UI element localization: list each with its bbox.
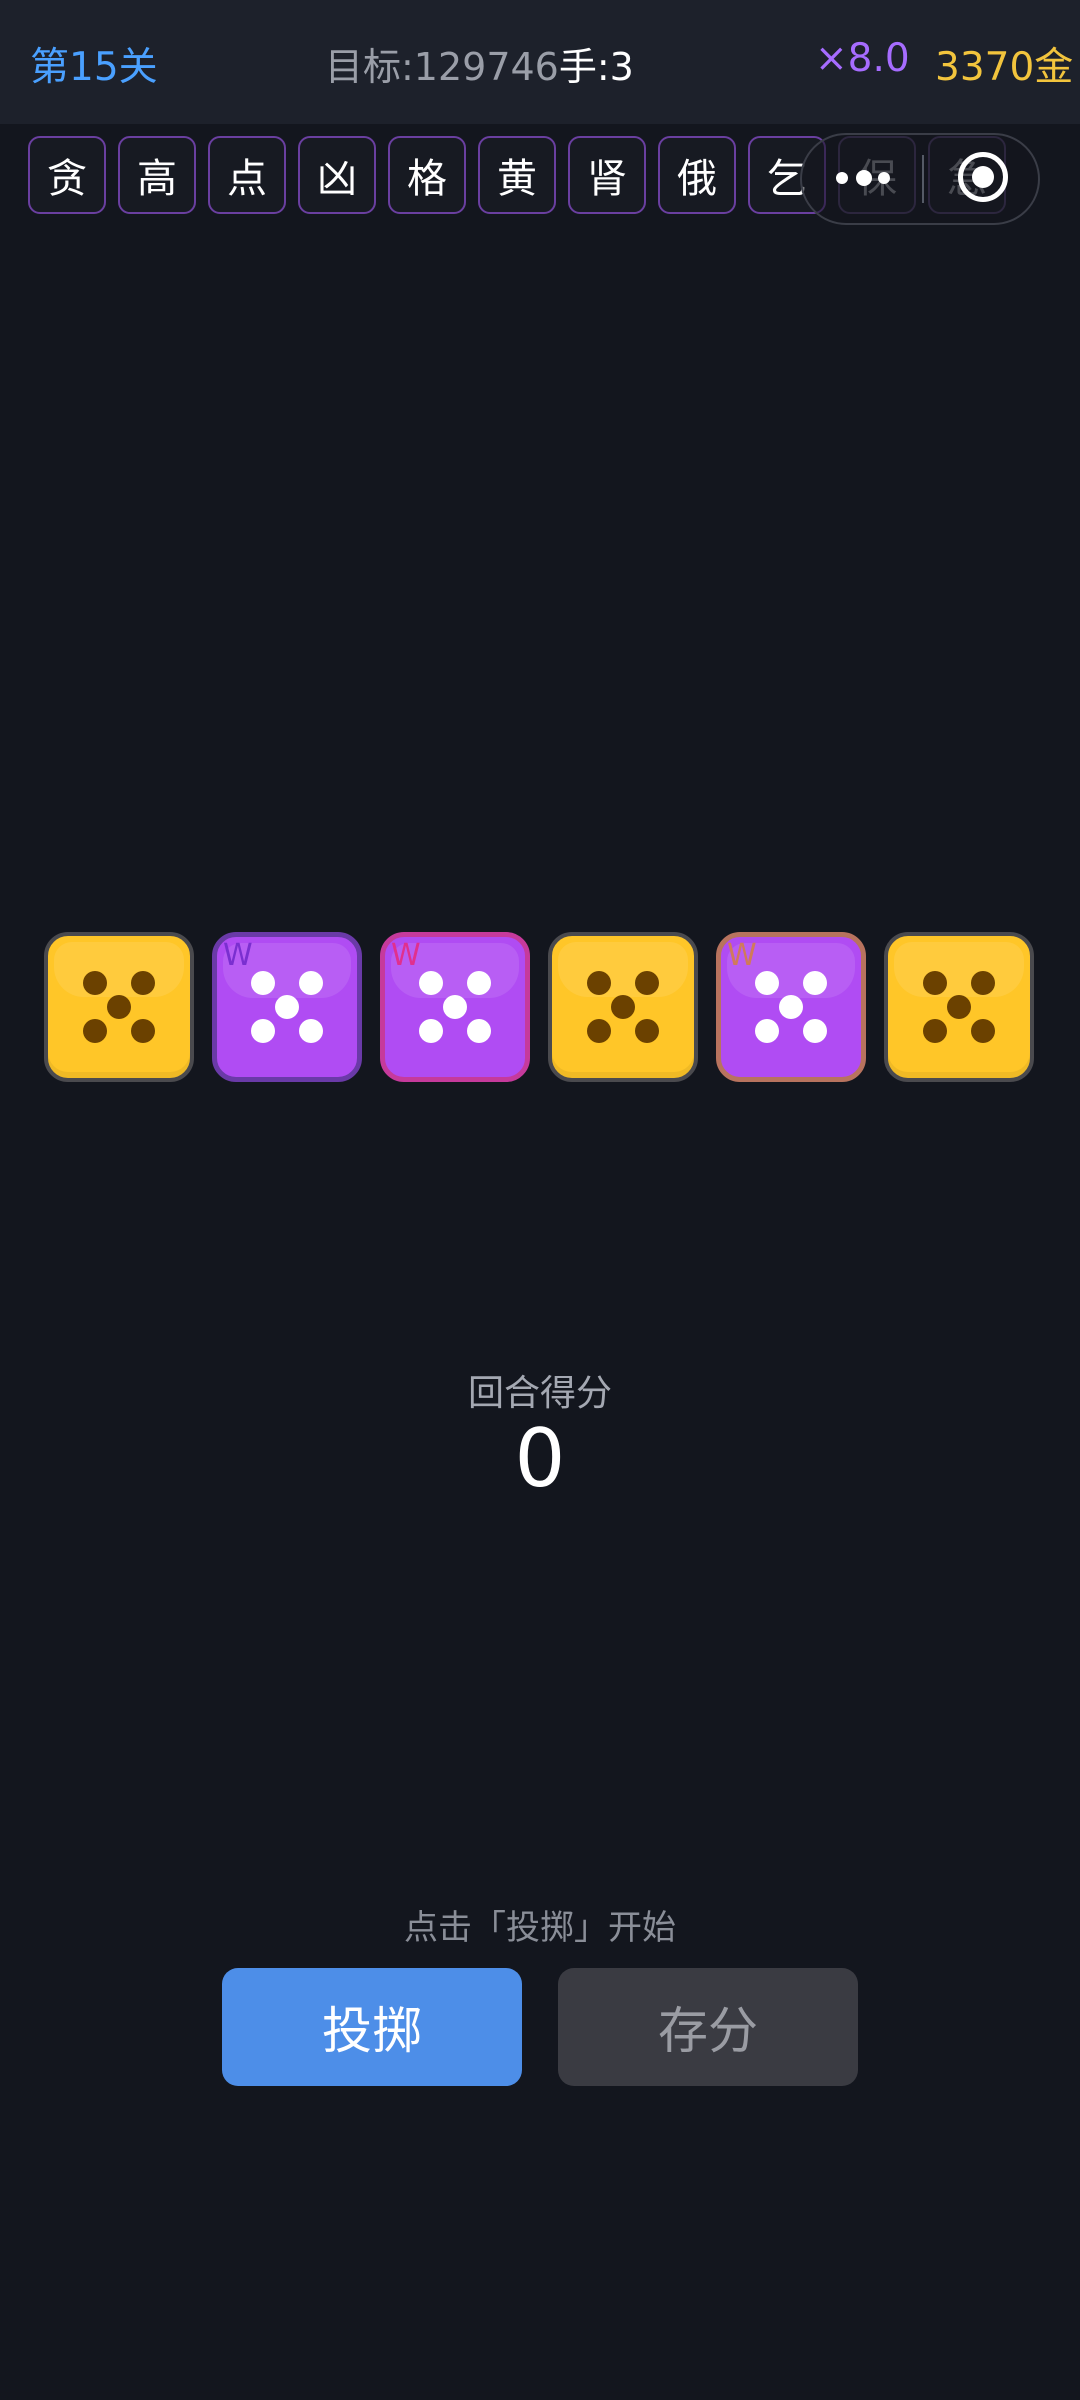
die-1[interactable] <box>44 932 194 1082</box>
wild-mark: W <box>391 938 421 973</box>
die-shine <box>54 942 184 997</box>
round-score-value: 0 <box>514 1412 566 1505</box>
dice-row: WWW <box>44 932 1044 1084</box>
hands-remaining: 手:3 <box>558 45 634 89</box>
die-pip <box>635 1019 660 1044</box>
die-pip <box>251 1018 276 1043</box>
top-status-bar: 第15关 目标:129746手:3 ×8.0 3370金 <box>0 0 1080 124</box>
die-pip <box>298 971 323 996</box>
die-pip <box>466 971 491 996</box>
target-and-hands: 目标:129746手:3 <box>325 36 634 91</box>
roll-button[interactable]: 投掷 <box>222 1968 522 2086</box>
die-2[interactable]: W <box>212 932 362 1082</box>
modifier-chip[interactable]: 凶 <box>298 136 376 214</box>
die-pip <box>466 1018 491 1043</box>
die-pip <box>922 1019 947 1044</box>
die-3[interactable]: W <box>380 932 530 1082</box>
gold-balance: 3370金 <box>935 45 1074 90</box>
die-pip <box>419 1018 444 1043</box>
modifier-chip[interactable]: 肾 <box>568 136 646 214</box>
die-pip <box>779 995 803 1019</box>
modifier-chip[interactable]: 格 <box>388 136 466 214</box>
modifier-chip[interactable]: 俄 <box>658 136 736 214</box>
die-pip <box>82 970 107 995</box>
die-pip <box>443 995 467 1019</box>
die-pip <box>298 1018 323 1043</box>
modifier-chip[interactable]: 点 <box>208 136 286 214</box>
target-icon[interactable] <box>958 152 1008 202</box>
die-pip <box>971 1019 996 1044</box>
die-pip <box>586 1019 611 1044</box>
modifier-chip[interactable]: 高 <box>118 136 196 214</box>
level-indicator: 第15关 <box>30 45 158 90</box>
die-pip <box>131 970 156 995</box>
modifier-chip[interactable]: 黄 <box>478 136 556 214</box>
die-5[interactable]: W <box>716 932 866 1082</box>
die-shine <box>558 942 688 997</box>
die-pip <box>755 1018 780 1043</box>
die-pip <box>107 995 131 1019</box>
capsule-divider <box>922 155 924 203</box>
target-score: 目标:129746 <box>325 45 559 89</box>
die-pip <box>82 1019 107 1044</box>
save-score-button[interactable]: 存分 <box>558 1968 858 2086</box>
wild-mark: W <box>223 938 253 973</box>
game-screen: 第15关 目标:129746手:3 ×8.0 3370金 贪 高 点 凶 格 黄… <box>0 0 1080 2400</box>
die-6[interactable] <box>884 932 1034 1082</box>
die-pip <box>802 1018 827 1043</box>
die-shine <box>894 942 1024 997</box>
die-pip <box>947 995 971 1019</box>
hint-text: 点击「投掷」开始 <box>404 1908 676 1948</box>
wild-mark: W <box>727 938 757 973</box>
die-pip <box>922 970 947 995</box>
die-pip <box>275 995 299 1019</box>
die-pip <box>802 971 827 996</box>
die-pip <box>586 970 611 995</box>
modifier-chip[interactable]: 贪 <box>28 136 106 214</box>
die-pip <box>971 970 996 995</box>
die-pip <box>131 1019 156 1044</box>
round-score-label: 回合得分 <box>467 1373 612 1414</box>
more-dots-icon[interactable] <box>834 163 894 193</box>
die-pip <box>635 970 660 995</box>
die-pip <box>611 995 635 1019</box>
score-multiplier: ×8.0 <box>815 36 910 81</box>
die-4[interactable] <box>548 932 698 1082</box>
